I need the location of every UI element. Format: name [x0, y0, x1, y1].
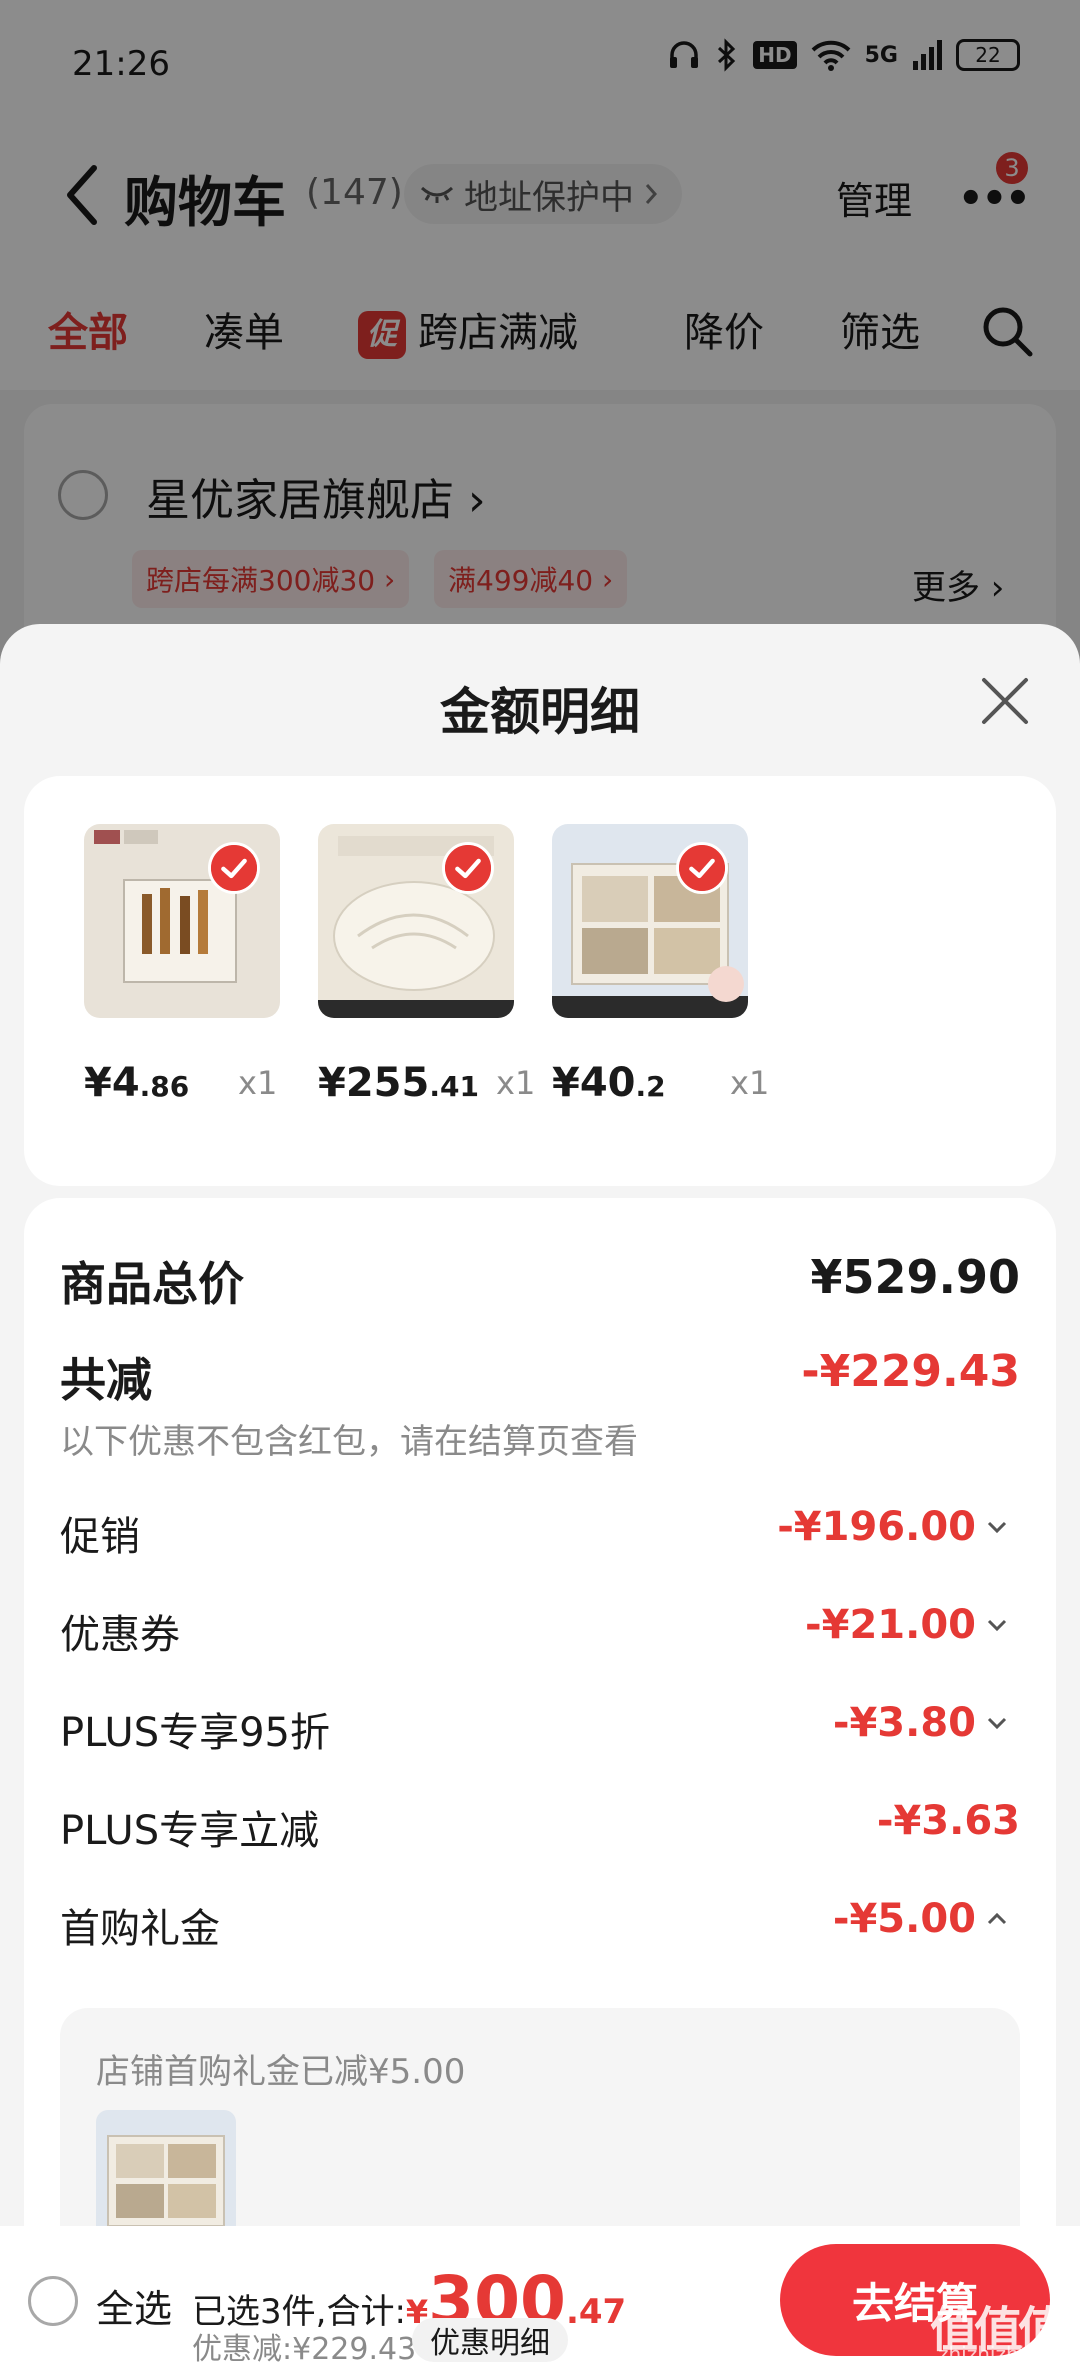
checkout-bar: 全选 已选3件,合计:¥300.47 优惠减:¥229.43 优惠明细 去结算 — [0, 2226, 1080, 2376]
price-breakdown-card: 商品总价 ¥529.90 共减 -¥229.43 以下优惠不包含红包，请在结算页… — [24, 1198, 1056, 2376]
chevron-down-icon[interactable] — [984, 1514, 1010, 1540]
first-gift-label: 首购礼金 — [60, 1906, 220, 1952]
plus-95-label: PLUS专享95折 — [60, 1710, 330, 1756]
select-all-radio[interactable] — [28, 2276, 78, 2326]
selected-products-card: ¥4.86 x1 ¥255.41 x1 ¥40.2 x1 — [24, 776, 1056, 1186]
total-price-label: 商品总价 — [60, 1257, 244, 1311]
sheet-title: 金额明细 — [440, 683, 640, 741]
price-dec: .41 — [429, 1070, 479, 1103]
product-qty: x1 — [730, 1064, 770, 1102]
discount-summary: 优惠减:¥229.43 — [192, 2332, 417, 2367]
price-dec: .86 — [139, 1070, 190, 1103]
price-int: ¥40 — [552, 1060, 636, 1106]
check-icon — [208, 842, 260, 894]
check-icon — [676, 842, 728, 894]
amount-detail-sheet: 金额明细 ¥4.86 x1 ¥255.41 x1 ¥40.2 x1 商品总价 ¥… — [0, 624, 1080, 2376]
product-price: ¥255.41 — [318, 1060, 479, 1106]
first-gift-note: 店铺首购礼金已减¥5.00 — [96, 2052, 466, 2092]
select-all-label[interactable]: 全选 — [96, 2278, 172, 2333]
coupon-value[interactable]: -¥21.00 — [805, 1602, 976, 1648]
plus-instant-label: PLUS专享立减 — [60, 1808, 320, 1854]
discount-detail-button[interactable]: 优惠明细 — [412, 2318, 568, 2362]
watermark-site: zhizhizhi.com — [938, 2342, 1074, 2366]
product-price: ¥4.86 — [84, 1060, 189, 1106]
total-reduce-value: -¥229.43 — [801, 1346, 1020, 1397]
price-dec: .2 — [635, 1070, 666, 1103]
close-icon[interactable] — [980, 676, 1030, 726]
chevron-up-icon[interactable] — [984, 1906, 1010, 1932]
total-price-value: ¥529.90 — [810, 1250, 1020, 1304]
promotion-label: 促销 — [60, 1514, 140, 1560]
product-qty: x1 — [238, 1064, 278, 1102]
plus-instant-value: -¥3.63 — [876, 1798, 1020, 1844]
coupon-label: 优惠券 — [60, 1612, 180, 1658]
check-icon — [442, 842, 494, 894]
first-gift-value[interactable]: -¥5.00 — [833, 1896, 976, 1942]
chevron-down-icon[interactable] — [984, 1612, 1010, 1638]
promotion-value[interactable]: -¥196.00 — [777, 1504, 976, 1550]
product-qty: x1 — [496, 1064, 536, 1102]
discount-note: 以下优惠不包含红包，请在结算页查看 — [60, 1422, 638, 1462]
total-decimal: .47 — [565, 2292, 627, 2332]
price-int: ¥4 — [84, 1060, 140, 1106]
total-reduce-label: 共减 — [60, 1353, 152, 1407]
chevron-down-icon[interactable] — [984, 1710, 1010, 1736]
price-int: ¥255 — [318, 1060, 430, 1106]
product-price: ¥40.2 — [552, 1060, 666, 1106]
plus-95-value[interactable]: -¥3.80 — [833, 1700, 976, 1746]
